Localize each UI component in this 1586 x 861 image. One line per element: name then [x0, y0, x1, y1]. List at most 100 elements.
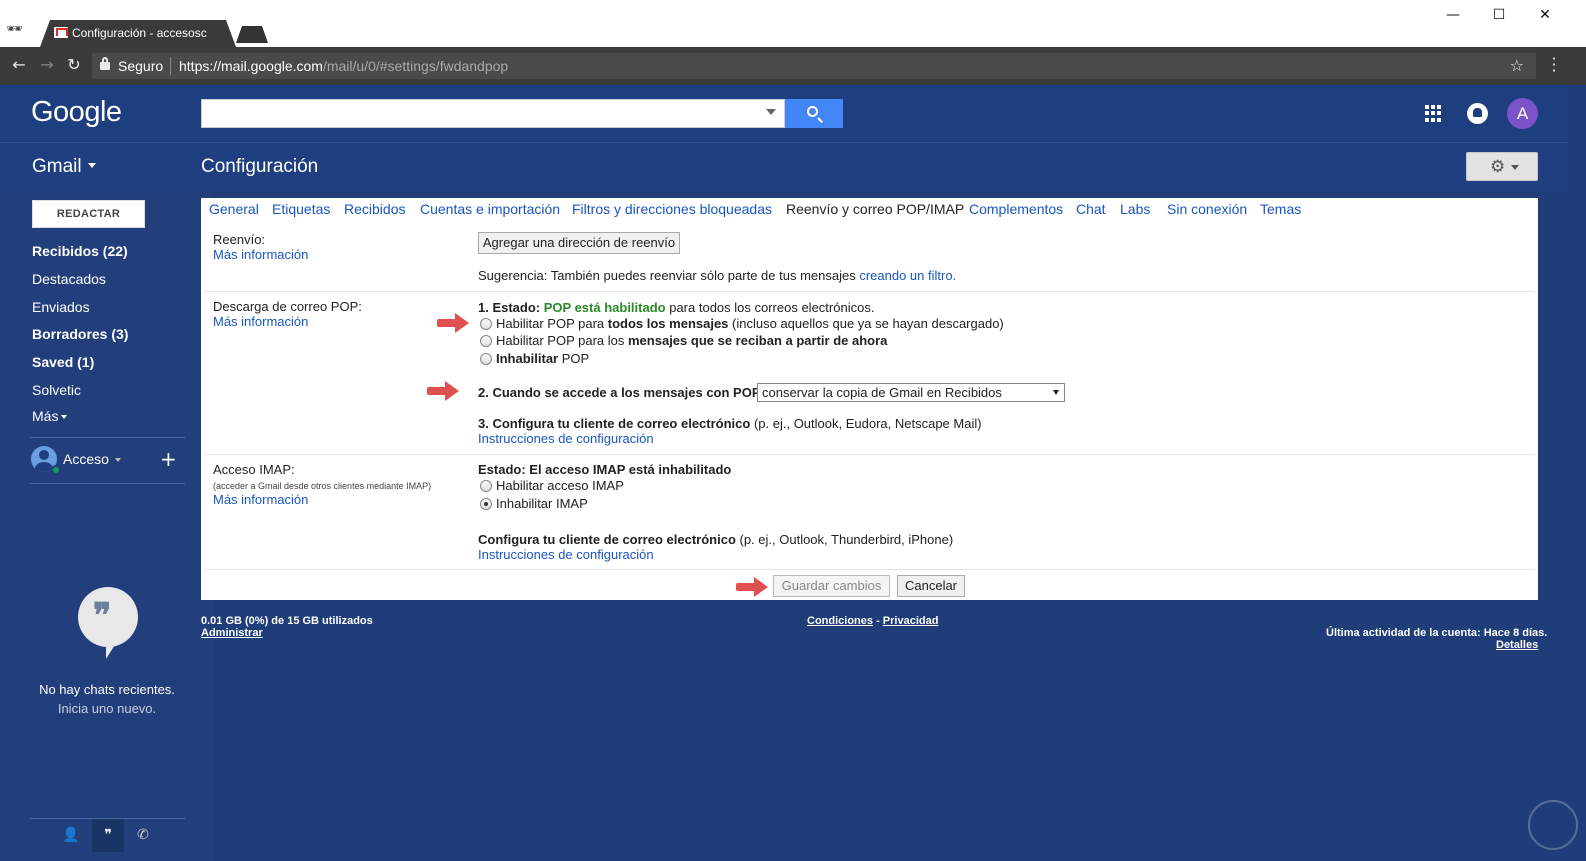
watermark-logo-icon [1528, 800, 1578, 850]
search-input[interactable] [201, 99, 785, 128]
pop-more-info-link[interactable]: Más información [213, 314, 308, 329]
pop-option1-bold: todos los mensajes [607, 316, 729, 331]
add-forwarding-address-button[interactable]: Agregar una dirección de reenvío [478, 232, 680, 254]
maximize-button[interactable]: ☐ [1476, 4, 1522, 28]
imap-disable-radio[interactable] [480, 498, 492, 510]
google-logo[interactable]: Google [31, 96, 122, 129]
sidebar-item-more[interactable]: Más [32, 408, 68, 424]
imap-enable-label[interactable]: Habilitar acceso IMAP [496, 478, 624, 493]
forwarding-tip: Sugerencia: También puedes reenviar sólo… [478, 268, 956, 283]
pop-option1-post: (incluso aquellos que ya se hayan descar… [728, 316, 1004, 331]
sidebar-item-sent[interactable]: Enviados [32, 299, 90, 315]
tab-addons[interactable]: Complementos [969, 201, 1063, 217]
footer-links: Condiciones - Privacidad [807, 615, 938, 627]
privacy-link[interactable]: Privacidad [883, 615, 939, 627]
person-icon[interactable]: 👤 [62, 827, 80, 845]
gmail-menu[interactable]: Gmail [32, 156, 96, 178]
tab-inbox[interactable]: Recibidos [344, 201, 405, 217]
pop-configure-bold: 3. Configura tu cliente de correo electr… [478, 416, 751, 431]
pop-new-messages-label[interactable]: Habilitar POP para los mensajes que se r… [496, 333, 887, 348]
pop-option3-bold: Inhabilitar [496, 351, 559, 366]
add-chat-button[interactable]: + [160, 448, 177, 470]
tab-accounts[interactable]: Cuentas e importación [420, 201, 560, 217]
pop-instructions-link[interactable]: Instrucciones de configuración [478, 431, 654, 446]
forward-icon[interactable]: → [36, 55, 58, 77]
pop-access-selected: conservar la copia de Gmail en Recibidos [762, 385, 1002, 400]
search-button[interactable] [785, 99, 843, 128]
imap-configure-client: Configura tu cliente de correo electróni… [478, 532, 953, 547]
search-icon [807, 106, 818, 117]
no-chats-text: No hay chats recientes. [39, 682, 175, 697]
phone-icon[interactable]: ✆ [134, 827, 152, 845]
lock-icon [100, 57, 110, 70]
minimize-button[interactable]: — [1430, 4, 1476, 28]
terms-link[interactable]: Condiciones [807, 615, 873, 627]
pop-option3-post: POP [558, 351, 590, 366]
pop-disable-label[interactable]: Inhabilitar POP [496, 351, 589, 366]
address-bar[interactable]: Seguro https://mail.google.com/mail/u/0/… [92, 53, 1536, 79]
sidebar-item-solvetic[interactable]: Solvetic [32, 382, 81, 398]
menu-icon[interactable]: · · · [1544, 51, 1564, 79]
sidebar-item-drafts[interactable]: Borradores (3) [32, 326, 128, 342]
url-path: /mail/u/0/#settings/fwdandpop [322, 58, 509, 74]
apps-icon[interactable] [1425, 105, 1442, 122]
imap-status: Estado: El acceso IMAP está inhabilitado [478, 462, 731, 477]
compose-button[interactable]: REDACTAR [32, 200, 145, 228]
star-icon[interactable]: ☆ [1510, 56, 1524, 75]
create-filter-link[interactable]: creando un filtro. [859, 268, 956, 283]
tab-labels[interactable]: Etiquetas [272, 201, 330, 217]
pop-all-messages-label[interactable]: Habilitar POP para todos los mensajes (i… [496, 316, 1004, 331]
hangouts-tab-icon[interactable]: ❞ [99, 827, 117, 845]
pop-status-value: POP está habilitado [543, 300, 666, 315]
sidebar-item-starred[interactable]: Destacados [32, 271, 106, 287]
new-tab-button[interactable] [236, 26, 268, 43]
chat-user-name[interactable]: Acceso [63, 451, 121, 467]
tab-general[interactable]: General [209, 201, 259, 217]
browser-tab[interactable]: Configuración - accesosc [40, 20, 236, 47]
sidebar-item-saved[interactable]: Saved (1) [32, 354, 94, 370]
sidebar-item-inbox[interactable]: Recibidos (22) [32, 243, 128, 259]
start-new-chat-text[interactable]: Inicia uno nuevo. [0, 699, 214, 718]
imap-enable-radio[interactable] [480, 480, 492, 492]
chevron-down-icon [1053, 390, 1059, 395]
forwarding-more-info-link[interactable]: Más información [213, 247, 308, 262]
manage-storage-link[interactable]: Administrar [201, 627, 263, 639]
save-changes-button[interactable]: Guardar cambios [773, 575, 890, 597]
imap-label: Acceso IMAP: [213, 462, 295, 477]
browser-titlebar: 🕶 Configuración - accesosc — ☐ ✕ [0, 0, 1586, 47]
manage-storage-text: Administrar [201, 627, 263, 639]
pop-new-messages-radio[interactable] [480, 335, 492, 347]
imap-note: (acceder a Gmail desde otros clientes me… [213, 481, 432, 491]
hangouts-icon: ❞ [78, 587, 138, 659]
account-avatar[interactable]: A [1507, 98, 1538, 129]
pop-access-select[interactable]: conservar la copia de Gmail en Recibidos [757, 383, 1065, 402]
browser-toolbar: ← → ↻ Seguro https://mail.google.com/mai… [0, 47, 1586, 85]
back-icon[interactable]: ← [8, 55, 30, 77]
settings-button[interactable]: ⚙ [1466, 152, 1538, 181]
imap-configure-rest: (p. ej., Outlook, Thunderbird, iPhone) [735, 532, 954, 547]
chat-bottom-bar: 👤 ❞ ✆ [30, 818, 185, 852]
tab-filters[interactable]: Filtros y direcciones bloqueadas [572, 201, 772, 217]
imap-disable-label[interactable]: Inhabilitar IMAP [496, 496, 588, 511]
sidebar-divider [30, 483, 185, 484]
tab-offline[interactable]: Sin conexión [1167, 201, 1247, 217]
tab-themes[interactable]: Temas [1260, 201, 1301, 217]
pop-all-messages-radio[interactable] [480, 318, 492, 330]
notifications-icon[interactable] [1467, 103, 1488, 124]
imap-instructions-link[interactable]: Instrucciones de configuración [478, 547, 654, 562]
tab-chat[interactable]: Chat [1076, 201, 1106, 217]
details-link[interactable]: Detalles [1496, 639, 1538, 651]
tab-forwarding-pop-imap[interactable]: Reenvío y correo POP/IMAP [786, 201, 964, 217]
row-divider [205, 569, 1534, 570]
pop-disable-radio[interactable] [480, 353, 492, 365]
reload-icon[interactable]: ↻ [63, 55, 85, 77]
tab-labs[interactable]: Labs [1120, 201, 1150, 217]
sidebar-divider [30, 437, 185, 438]
tab-title: Configuración - accesosc [72, 26, 207, 40]
gmail-label: Gmail [32, 156, 82, 177]
online-status-icon [51, 465, 61, 475]
close-window-button[interactable]: ✕ [1522, 4, 1568, 28]
imap-more-info-link[interactable]: Más información [213, 492, 308, 507]
chevron-down-icon[interactable] [766, 109, 776, 115]
cancel-button[interactable]: Cancelar [897, 575, 965, 597]
